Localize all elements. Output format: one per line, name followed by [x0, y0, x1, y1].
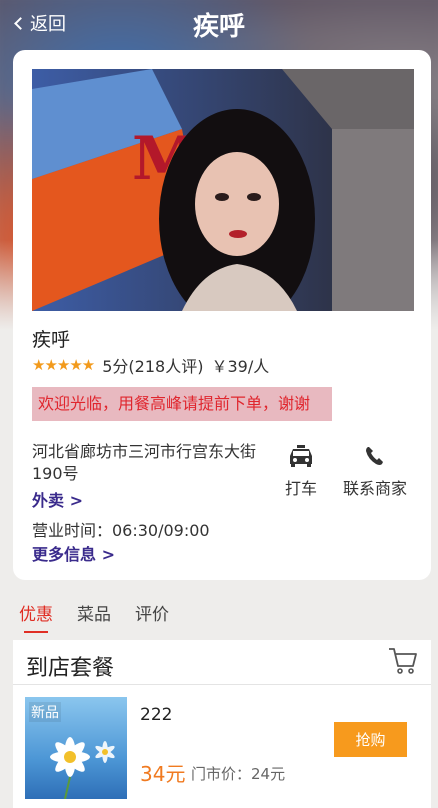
buy-button[interactable]: 抢购	[334, 722, 407, 757]
store-notice: 欢迎光临，用餐高峰请提前下单，谢谢	[32, 387, 332, 421]
contact-label: 联系商家	[342, 479, 407, 498]
store-name: 疾呼	[32, 329, 71, 351]
section-title: 到店套餐	[26, 656, 115, 681]
more-info-link[interactable]: 更多信息 >	[32, 541, 115, 565]
rating-row: ★★★★★ 5分(218人评) ￥39/人	[32, 353, 269, 377]
deal-name: 222	[140, 705, 173, 725]
top-bar: 返回 疾呼	[0, 0, 438, 46]
contact-merchant-button[interactable]: 联系商家	[339, 445, 411, 499]
tab-dishes[interactable]: 菜品	[77, 600, 111, 633]
store-info-card: M 疾呼 ★★★★★ 5分(218人评) ￥39/人 欢迎光临，用餐高峰请提前下…	[13, 50, 431, 580]
tab-bar: 优惠 菜品 评价	[19, 600, 169, 633]
rating-text: 5分(218人评)	[102, 357, 204, 376]
deal-thumbnail[interactable]: 新品	[25, 697, 127, 799]
taxi-button[interactable]: 打车	[281, 445, 321, 499]
taxi-label: 打车	[284, 479, 317, 498]
phone-icon	[366, 447, 383, 465]
divider	[13, 684, 431, 685]
new-badge: 新品	[29, 702, 61, 722]
deal-original-price: 门市价：24元	[191, 765, 286, 783]
price-per-person: ￥39/人	[211, 357, 270, 376]
business-hours: 营业时间：06:30/09:00	[32, 521, 210, 540]
takeout-link[interactable]: 外卖 >	[32, 487, 83, 511]
in-store-package-section: 到店套餐 新品 222 34元 门市价：24元 抢购	[13, 640, 431, 808]
star-rating-icon: ★★★★★	[32, 356, 95, 374]
taxi-icon	[290, 445, 312, 467]
tab-offers[interactable]: 优惠	[19, 600, 53, 633]
tab-reviews[interactable]: 评价	[135, 600, 169, 633]
cart-icon[interactable]	[387, 646, 419, 680]
deal-price: 34元	[140, 762, 186, 786]
store-photo: M	[32, 69, 414, 311]
store-address: 河北省廊坊市三河市行宫东大街190号	[32, 442, 257, 483]
page-title: 疾呼	[192, 12, 245, 42]
